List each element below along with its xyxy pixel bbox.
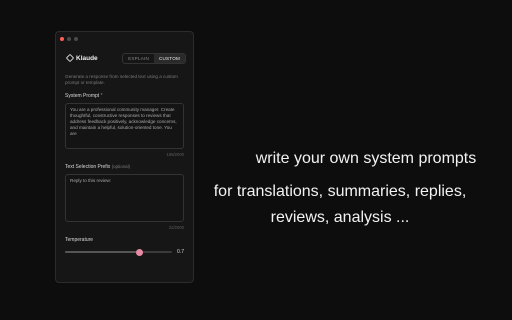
popup-header: Klaude EXPLAIN CUSTOM (56, 51, 193, 65)
promo-headline: write your own system prompts (255, 150, 477, 167)
temperature-slider-fill (65, 251, 140, 253)
window-titlebar (56, 32, 193, 45)
mode-explain-tab[interactable]: EXPLAIN (123, 54, 154, 63)
text-prefix-textarea[interactable]: Reply to this review: (65, 174, 184, 222)
text-prefix-char-counter: 22/2000 (168, 225, 184, 230)
mode-description: Generate a response from selected text u… (65, 74, 178, 85)
temperature-label: Temperature (65, 237, 94, 243)
system-prompt-label-text: System Prompt (65, 93, 100, 99)
text-prefix-label: Text Selection Prefix (optional) (56, 164, 193, 170)
extension-popup-window: Klaude EXPLAIN CUSTOM Generate a respons… (55, 31, 194, 283)
required-marker: * (100, 93, 103, 99)
temperature-slider-thumb[interactable] (136, 248, 144, 256)
system-prompt-textarea[interactable]: You are a professional community manager… (65, 103, 184, 149)
mode-custom-tab[interactable]: CUSTOM (153, 53, 185, 63)
promo-line-2: for translations, summaries, replies, (213, 183, 467, 200)
text-prefix-label-text: Text Selection Prefix (65, 164, 111, 170)
temperature-value: 0.7 (177, 249, 184, 255)
promo-line-3: reviews, analysis ... (270, 209, 410, 226)
logo-icon (66, 55, 72, 61)
close-window-button[interactable] (60, 36, 64, 41)
maximize-window-button[interactable] (74, 36, 78, 41)
minimize-window-button[interactable] (67, 36, 71, 41)
mode-toggle: EXPLAIN CUSTOM (122, 52, 186, 64)
temperature-slider[interactable] (65, 248, 173, 256)
system-prompt-char-counter: 198/2000 (166, 152, 184, 157)
promo-subtext: for translations, summaries, replies, re… (180, 179, 500, 231)
temperature-control: 0.7 (56, 248, 193, 256)
optional-marker: (optional) (111, 164, 131, 169)
app-name: Klaude (76, 54, 98, 62)
brand: Klaude (66, 55, 98, 62)
system-prompt-label: System Prompt * (56, 93, 193, 99)
